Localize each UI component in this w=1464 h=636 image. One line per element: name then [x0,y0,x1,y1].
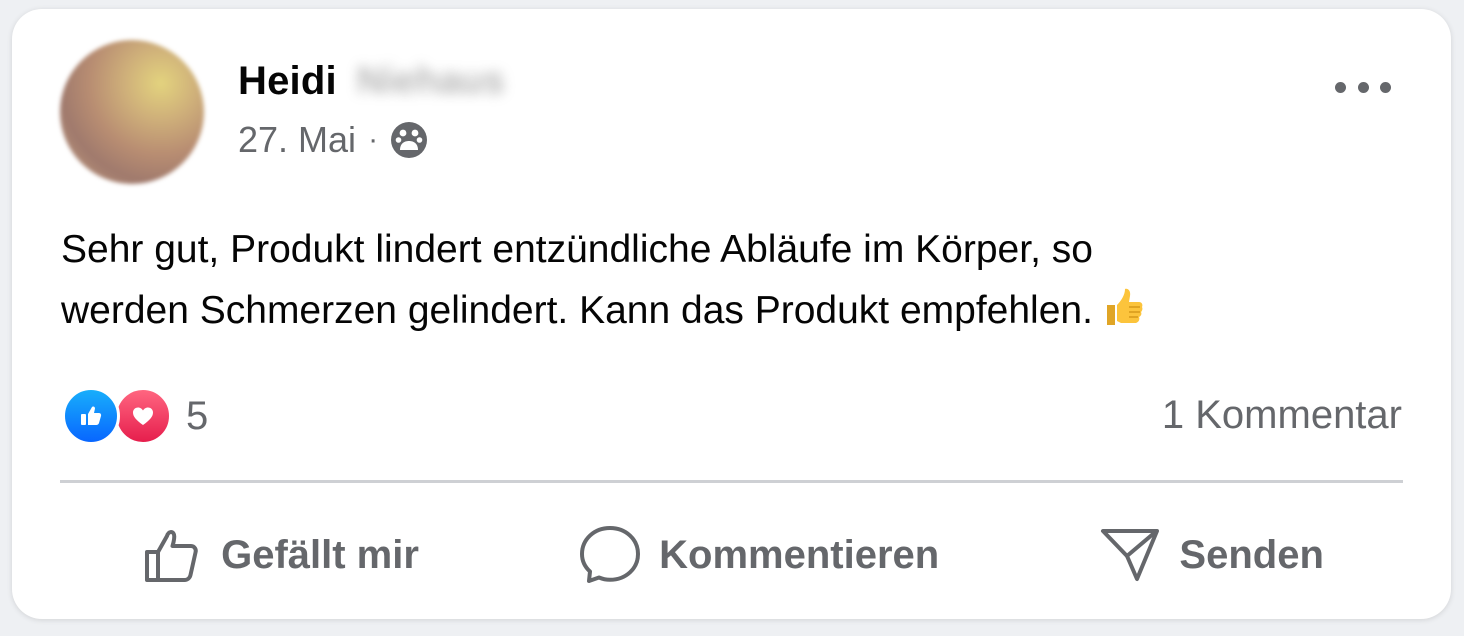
thumbs-up-emoji-icon [1101,285,1145,329]
post-date[interactable]: 27. Mai [238,119,356,161]
love-reaction-icon [114,387,172,445]
more-dot [1380,81,1391,93]
like-label: Gefällt mir [221,532,419,577]
meta-separator: · [368,123,379,156]
comment-button[interactable]: Kommentieren [557,512,959,598]
action-bar: Gefällt mir Kommentieren Senden [60,505,1403,605]
post-text-line-2: werden Schmerzen gelindert. Kann das Pro… [61,280,1401,341]
more-dot [1357,81,1369,93]
group-icon[interactable] [390,121,428,159]
send-button[interactable]: Senden [1077,512,1343,598]
more-options-button[interactable] [1335,69,1391,105]
comment-label: Kommentieren [659,532,940,577]
post-text-line: Sehr gut, Produkt lindert entzündliche A… [61,228,1093,271]
comment-count-link[interactable]: 1 Kommentar [1162,393,1402,438]
thumbs-up-icon [145,530,198,582]
author-header: Heidi Niehaus [238,59,505,104]
divider [60,480,1403,483]
like-button[interactable]: Gefällt mir [119,512,439,598]
post-meta: 27. Mai · [238,119,428,161]
author-avatar[interactable] [60,40,204,184]
reaction-count: 5 [186,393,209,438]
post-text-line: werden Schmerzen gelindert. Kann das Pro… [61,289,1093,332]
send-icon [1101,529,1160,581]
send-label: Senden [1179,532,1324,577]
post-text: Sehr gut, Produkt lindert entzündliche A… [61,219,1401,341]
post-card: Heidi Niehaus 27. Mai · Sehr gut, Produk… [12,9,1451,619]
comment-bubble-icon [580,526,641,583]
author-name[interactable]: Heidi [238,59,337,104]
more-horizontal-icon [1335,81,1346,93]
like-reaction-icon [62,387,120,445]
reactions-summary[interactable]: 5 [62,387,208,445]
author-surname-blurred: Niehaus [356,60,505,102]
